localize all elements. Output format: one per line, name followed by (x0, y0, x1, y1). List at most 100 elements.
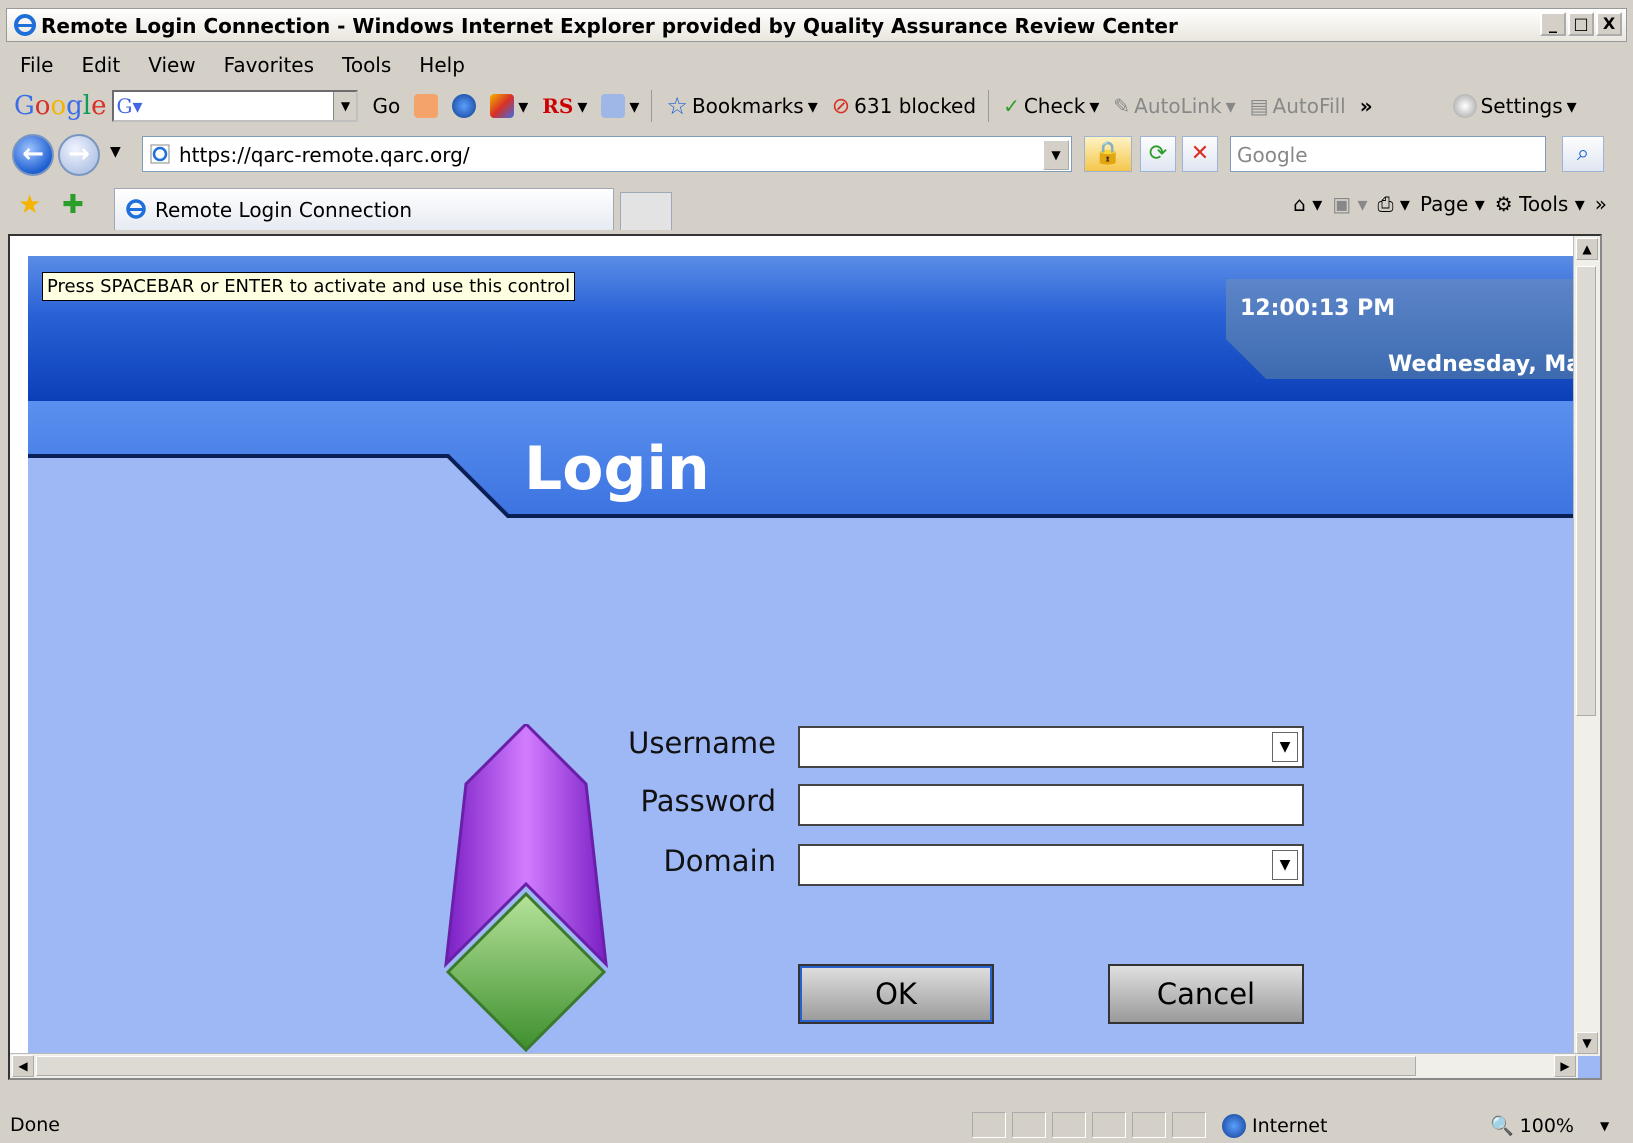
globe-zone-icon (1222, 1114, 1246, 1138)
password-label: Password (640, 784, 776, 818)
google-logo: Google (14, 91, 107, 121)
ie-logo-icon (14, 14, 36, 36)
password-field[interactable] (798, 784, 1304, 826)
bookmarks-button[interactable]: ☆ Bookmarks ▾ (666, 92, 817, 120)
page-content: 12:00:13 PM Wednesday, March 2 Press SPA… (8, 234, 1602, 1080)
menu-favorites[interactable]: Favorites (224, 53, 314, 77)
recent-pages-dropdown[interactable]: ▼ (110, 144, 121, 160)
close-button[interactable]: X (1596, 12, 1622, 36)
activation-tooltip: Press SPACEBAR or ENTER to activate and … (42, 272, 576, 301)
tab-bar: ★ ✚ Remote Login Connection ⌂ ▾ ▣ ▾ ⎙ ▾ … (6, 184, 1627, 232)
forward-button[interactable]: → (58, 134, 100, 176)
status-cell (1052, 1112, 1086, 1138)
scroll-left-arrow[interactable]: ◀ (12, 1055, 34, 1077)
page-title: Login (524, 434, 710, 504)
security-zone[interactable]: Internet (1222, 1114, 1327, 1138)
google-search-dropdown[interactable]: ▼ (333, 92, 357, 120)
title-bar: Remote Login Connection - Windows Intern… (6, 8, 1627, 42)
username-label: Username (628, 726, 776, 760)
domain-label: Domain (663, 844, 776, 878)
page-icon (150, 144, 170, 164)
url-dropdown[interactable]: ▼ (1043, 140, 1069, 170)
clock-date: Wednesday, March 2 (1388, 352, 1600, 377)
toolbar-separator (651, 90, 653, 122)
menu-edit[interactable]: Edit (81, 53, 120, 77)
scroll-down-arrow[interactable]: ▼ (1576, 1032, 1598, 1054)
tools-menu[interactable]: ⚙ Tools ▾ (1495, 192, 1585, 216)
gear-icon: ⚙ (1494, 192, 1513, 216)
spellcheck-icon: ✓ (1003, 94, 1020, 118)
ie-tab-icon (126, 199, 146, 219)
form-icon: ▤ (1249, 94, 1269, 118)
menu-tools[interactable]: Tools (342, 53, 391, 77)
star-icon: ☆ (666, 92, 688, 120)
search-icon[interactable]: ⌕ (1562, 136, 1604, 172)
feeds-icon[interactable]: ▣ ▾ (1332, 192, 1367, 216)
clock-time: 12:00:13 PM (1240, 296, 1396, 321)
google-search-input[interactable]: G▾ ▼ (112, 90, 359, 122)
puzzle-icon[interactable]: ▾ (490, 94, 528, 118)
send-icon[interactable]: ▾ (601, 94, 639, 118)
diamond-logo-icon (444, 724, 608, 1053)
popup-blocker-icon: ⊘ (831, 93, 851, 119)
ok-button[interactable]: OK (798, 964, 994, 1024)
url-text: https://qarc-remote.qarc.org/ (179, 143, 470, 167)
menu-file[interactable]: File (20, 53, 53, 77)
print-icon[interactable]: ⎙ ▾ (1378, 192, 1410, 216)
lock-icon[interactable]: 🔒 (1084, 136, 1132, 172)
status-cell (1012, 1112, 1046, 1138)
minimize-button[interactable]: _ (1540, 12, 1566, 36)
google-toolbar: Google G▾ ▼ Go ▾ RS ▾ ▾ ☆ Bookmarks ▾ ⊘ 631… (6, 84, 1627, 128)
login-app[interactable]: 12:00:13 PM Wednesday, March 2 Press SPA… (28, 256, 1600, 1078)
home-icon[interactable]: ⌂ ▾ (1293, 192, 1322, 216)
status-cell (1092, 1112, 1126, 1138)
zoom-dropdown-icon: ▼ (1600, 1118, 1610, 1133)
horizontal-scroll-thumb[interactable] (36, 1056, 1416, 1076)
popup-blocked-button[interactable]: ⊘ 631 blocked (832, 94, 976, 119)
settings-icon (1452, 94, 1477, 118)
cancel-button[interactable]: Cancel (1108, 964, 1304, 1024)
scroll-up-arrow[interactable]: ▲ (1576, 238, 1598, 260)
menu-view[interactable]: View (148, 53, 195, 77)
news-icon[interactable] (414, 94, 439, 118)
vertical-scroll-thumb[interactable] (1576, 266, 1596, 716)
settings-button[interactable]: Settings ▾ (1452, 94, 1577, 118)
username-dropdown[interactable]: ▼ (1272, 732, 1298, 762)
status-bar: Done Internet 🔍 100% ▼ (6, 1110, 1627, 1140)
maximize-button[interactable]: □ (1568, 12, 1594, 36)
back-button[interactable]: ← (12, 134, 54, 176)
command-more-icon[interactable]: » (1595, 192, 1607, 216)
stop-icon[interactable]: ✕ (1182, 136, 1218, 172)
new-tab-button[interactable] (620, 192, 672, 230)
horizontal-scrollbar[interactable]: ◀ ▶ (10, 1053, 1578, 1078)
toolbar-separator-2 (988, 90, 990, 122)
google-g-icon[interactable]: G▾ (116, 94, 146, 118)
username-field[interactable]: ▼ (798, 726, 1304, 768)
status-text: Done (10, 1114, 60, 1136)
refresh-icon[interactable]: ⟳ (1140, 136, 1176, 172)
rs-button[interactable]: RS ▾ (542, 94, 587, 118)
search-input[interactable]: Google (1230, 136, 1546, 172)
url-field[interactable]: https://qarc-remote.qarc.org/ ▼ (142, 136, 1072, 172)
domain-dropdown[interactable]: ▼ (1272, 850, 1298, 880)
autolink-button[interactable]: ✎ AutoLink ▾ (1113, 94, 1235, 118)
menu-help[interactable]: Help (419, 53, 465, 77)
menu-bar: File Edit View Favorites Tools Help (6, 48, 1627, 82)
spellcheck-button[interactable]: ✓ Check ▾ (1003, 94, 1099, 118)
status-cell (1132, 1112, 1166, 1138)
zoom-control[interactable]: 🔍 100% ▼ (1490, 1114, 1610, 1138)
page-menu[interactable]: Page ▾ (1420, 192, 1485, 216)
google-go-button[interactable]: Go (372, 94, 400, 118)
scroll-right-arrow[interactable]: ▶ (1554, 1055, 1576, 1077)
login-title-shape (28, 454, 1600, 521)
window-title: Remote Login Connection - Windows Intern… (41, 14, 1178, 38)
autofill-button[interactable]: ▤ AutoFill (1250, 94, 1346, 118)
more-chevron-icon[interactable]: » (1360, 94, 1373, 118)
tab-remote-login[interactable]: Remote Login Connection (114, 188, 614, 230)
add-favorites-icon[interactable]: ✚ (62, 190, 84, 220)
vertical-scrollbar[interactable]: ▲ ▼ (1573, 236, 1600, 1056)
status-cell (972, 1112, 1006, 1138)
favorites-star-icon[interactable]: ★ (18, 190, 41, 220)
domain-field[interactable]: ▼ (798, 844, 1304, 886)
globe-icon[interactable] (452, 94, 477, 118)
